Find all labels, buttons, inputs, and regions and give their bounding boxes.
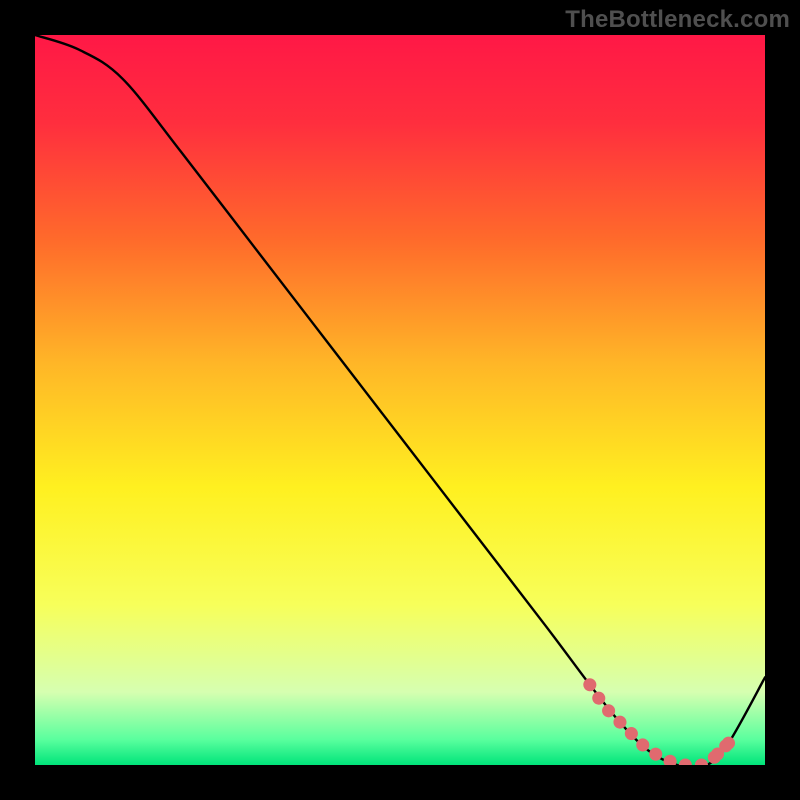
plot-area bbox=[35, 35, 765, 765]
optimal-dot bbox=[711, 748, 724, 761]
watermark-text: TheBottleneck.com bbox=[565, 6, 790, 34]
optimal-dot bbox=[722, 737, 735, 750]
chart-svg bbox=[35, 35, 765, 765]
chart-frame: TheBottleneck.com bbox=[0, 0, 800, 800]
gradient-background bbox=[35, 35, 765, 765]
